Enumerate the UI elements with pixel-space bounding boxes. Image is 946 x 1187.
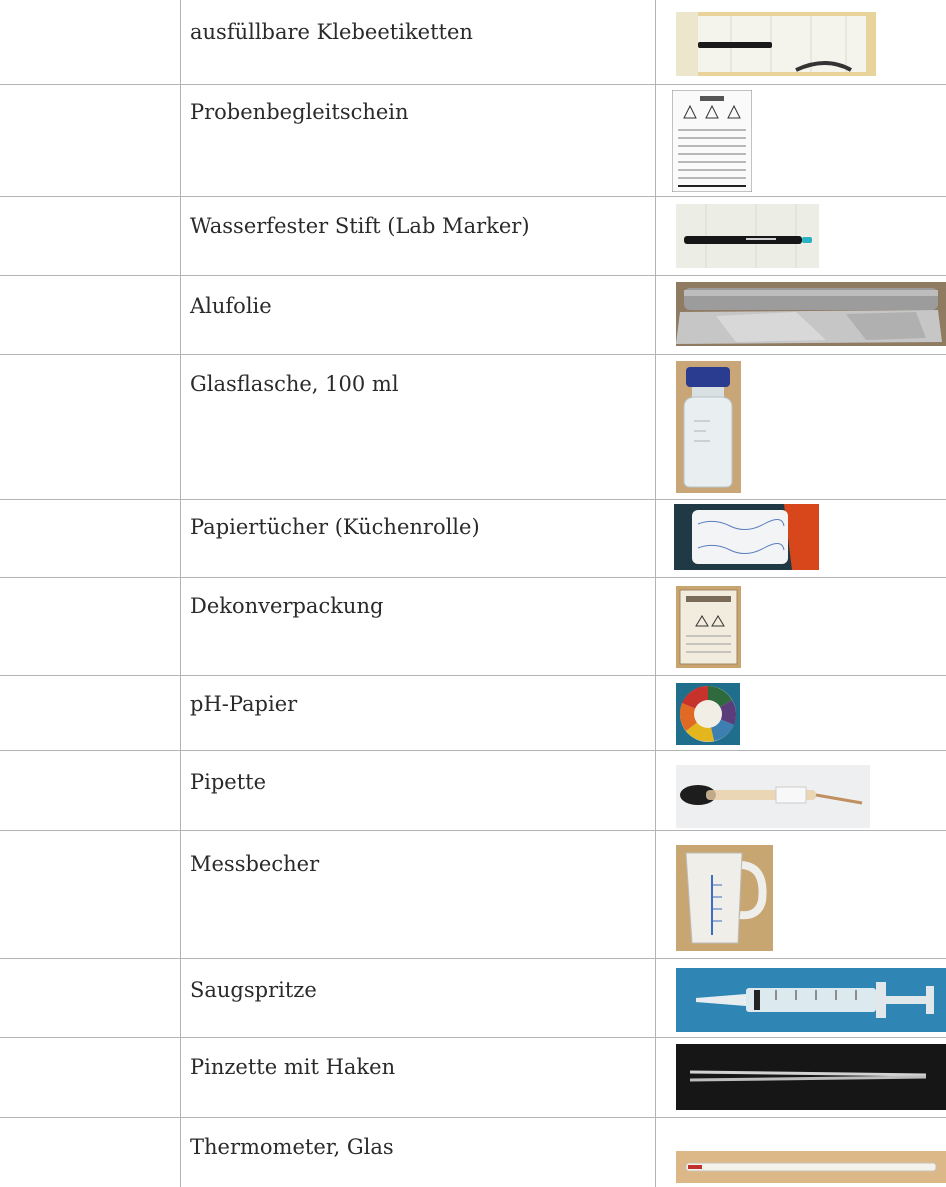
table-row: Messbecher [0,831,946,959]
table-row: Saugspritze [0,959,946,1038]
sticker-labels-photo [676,12,876,76]
measuring-cup-photo [676,845,773,951]
item-label: Thermometer, Glas [190,1135,394,1159]
table-row: Pinzette mit Haken [0,1038,946,1118]
item-label: Alufolie [190,294,272,318]
glass-thermometer-photo [676,1151,946,1183]
table-row: Glasflasche, 100 ml [0,355,946,500]
table-row: Thermometer, Glas [0,1118,946,1187]
table-row: Papiertücher (Küchenrolle) [0,500,946,578]
item-label: Dekonverpackung [190,594,384,618]
table-row: Alufolie [0,276,946,355]
item-label: Saugspritze [190,978,317,1002]
syringe-photo [676,968,946,1032]
item-label: Pipette [190,770,267,794]
item-label: pH-Papier [190,692,298,716]
pipette-photo [676,765,870,828]
lab-marker-photo [676,204,819,268]
table-row: ausfüllbare Klebeetiketten [0,0,946,85]
table-row: Dekonverpackung [0,578,946,676]
item-label: Probenbegleitschein [190,100,409,124]
item-label: Glasflasche, 100 ml [190,372,399,396]
item-label: Papiertücher (Küchenrolle) [190,515,480,539]
table-row: Wasserfester Stift (Lab Marker) [0,197,946,276]
sample-form-photo [672,90,752,192]
table-row: Pipette [0,751,946,831]
item-label: Messbecher [190,852,320,876]
item-label: ausfüllbare Klebeetiketten [190,20,473,44]
table-row: pH-Papier [0,676,946,751]
decon-bag-photo [676,586,741,668]
paper-towel-roll-photo [674,504,819,570]
item-label: Pinzette mit Haken [190,1055,396,1079]
table-row: Probenbegleitschein [0,85,946,197]
tweezers-photo [676,1044,946,1110]
aluminium-foil-photo [676,282,946,346]
item-label: Wasserfester Stift (Lab Marker) [190,214,530,238]
glass-bottle-photo [676,361,741,493]
ph-paper-photo [676,683,740,745]
